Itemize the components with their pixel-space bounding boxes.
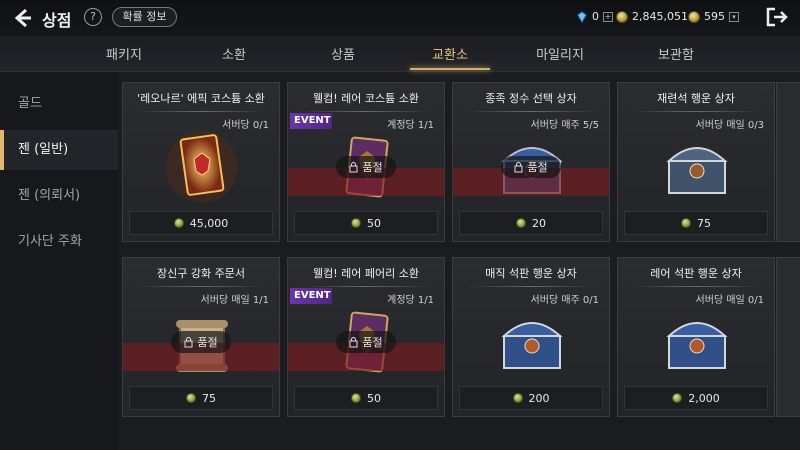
- sidebar-item-gold[interactable]: 골드: [0, 84, 118, 124]
- sidebar-item-knight-coin[interactable]: 기사단 주화: [0, 222, 118, 262]
- tab-summon[interactable]: 소환: [194, 36, 274, 72]
- price-bar[interactable]: 200: [459, 386, 603, 410]
- zen-coin-icon: [512, 393, 523, 403]
- gem-amount: 595: [704, 10, 725, 23]
- divider: [467, 286, 595, 287]
- shop-card[interactable]: 레어 석판 행운 상자 서버당 매일 0/1 2,000: [617, 257, 775, 417]
- tab-storage[interactable]: 보관함: [636, 36, 716, 72]
- divider: [302, 286, 430, 287]
- price-bar[interactable]: 2,000: [624, 386, 768, 410]
- soldout-label: 품절: [336, 156, 396, 178]
- price-value: 50: [367, 391, 381, 405]
- price-bar[interactable]: 75: [624, 211, 768, 235]
- tab-mileage[interactable]: 마일리지: [520, 36, 600, 72]
- divider: [467, 111, 595, 112]
- diamond-amount: 0: [592, 10, 599, 23]
- coin-amount: 2,845,051: [632, 10, 688, 23]
- soldout-label: 품절: [501, 156, 561, 178]
- lock-icon: [349, 336, 358, 347]
- price-value: 200: [528, 391, 550, 405]
- zen-coin-icon: [351, 393, 361, 403]
- tab-exchange[interactable]: 교환소: [410, 36, 490, 72]
- soldout-label: 품절: [171, 331, 231, 353]
- treasure-chest-icon: [501, 322, 563, 369]
- price-value: 75: [697, 216, 711, 230]
- treasure-chest-icon: [666, 147, 728, 194]
- sidebar: 골드 젠 (일반) 젠 (의뢰서) 기사단 주화: [0, 72, 118, 450]
- divider: [632, 111, 760, 112]
- shop-card[interactable]: 장신구 강화 주문서 서버당 매일 1/1 품절 75: [122, 257, 280, 417]
- add-diamond-button[interactable]: +: [603, 11, 613, 22]
- partial-card: [776, 257, 800, 417]
- sidebar-item-zen-request[interactable]: 젠 (의뢰서): [0, 176, 118, 216]
- currency-dropdown-button[interactable]: ▾: [729, 11, 739, 22]
- zen-coin-icon: [351, 218, 361, 228]
- shop-card[interactable]: 웰컴! 레어 코스튬 소환 계정당 1/1 EVENT 품절 50: [287, 82, 445, 242]
- price-value: 2,000: [688, 391, 720, 405]
- price-value: 50: [367, 216, 381, 230]
- lock-icon: [184, 336, 193, 347]
- coin-currency: 2,845,051: [616, 10, 688, 23]
- treasure-chest-icon: [666, 322, 728, 369]
- card-title: '레오나르' 에픽 코스튬 소환: [137, 92, 265, 105]
- divider: [632, 286, 760, 287]
- zen-coin-icon: [173, 218, 184, 228]
- price-value: 20: [532, 216, 546, 230]
- event-badge: EVENT: [290, 113, 332, 129]
- card-title: 종족 정수 선택 상자: [485, 92, 577, 105]
- card-title: 웰컴! 레어 코스튬 소환: [313, 92, 419, 105]
- soldout-text: 품절: [362, 161, 383, 174]
- zen-coin-icon: [516, 218, 526, 228]
- soldout-text: 품절: [362, 336, 383, 349]
- divider: [137, 111, 265, 112]
- card-title: 장신구 강화 주문서: [157, 267, 245, 280]
- shop-card[interactable]: 매직 석판 행운 상자 서버당 매주 0/1 200: [452, 257, 610, 417]
- soldout-text: 품절: [527, 161, 548, 174]
- tab-goods[interactable]: 상품: [303, 36, 383, 72]
- probability-info-button[interactable]: 확률 정보: [112, 7, 177, 27]
- soldout-text: 품절: [197, 336, 218, 349]
- price-bar[interactable]: 50: [294, 386, 438, 410]
- zen-coin-icon: [672, 393, 683, 403]
- shop-card[interactable]: 웰컴! 레어 페어리 소환 계정당 1/1 EVENT 품절 50: [287, 257, 445, 417]
- diamond-currency: 0 +: [576, 10, 613, 23]
- tab-package[interactable]: 패키지: [84, 36, 164, 72]
- price-bar[interactable]: 20: [459, 211, 603, 235]
- soldout-label: 품절: [336, 331, 396, 353]
- active-tab-indicator: [410, 68, 490, 70]
- price-bar[interactable]: 50: [294, 211, 438, 235]
- category-tabs: 패키지 소환 상품 교환소 마일리지 보관함: [0, 36, 800, 72]
- card-title: 웰컴! 레어 페어리 소환: [313, 267, 419, 280]
- shop-card[interactable]: 종족 정수 선택 상자 서버당 매주 5/5 품절 20: [452, 82, 610, 242]
- divider: [302, 111, 430, 112]
- price-bar[interactable]: 75: [129, 386, 273, 410]
- shop-card[interactable]: 재련석 행운 상자 서버당 매일 0/3 75: [617, 82, 775, 242]
- zen-coin-icon: [186, 393, 196, 403]
- partial-card: [776, 82, 800, 242]
- exit-icon[interactable]: [766, 7, 788, 27]
- lock-icon: [514, 161, 523, 172]
- lock-icon: [349, 161, 358, 172]
- sidebar-item-zen-normal[interactable]: 젠 (일반): [0, 130, 118, 170]
- back-arrow-icon[interactable]: [12, 7, 32, 29]
- price-value: 45,000: [189, 216, 229, 230]
- divider: [137, 286, 265, 287]
- card-title: 재련석 행운 상자: [657, 92, 735, 105]
- gold-coin-icon: [616, 10, 628, 23]
- top-bar: 상점 ? 확률 정보 0 + 2,845,051 595 ▾: [0, 0, 800, 36]
- costume-card-icon: [166, 131, 238, 203]
- diamond-icon: [577, 10, 587, 23]
- price-bar[interactable]: 45,000: [129, 211, 273, 235]
- gem-currency: 595 ▾: [688, 10, 739, 23]
- gem-coin-icon: [688, 10, 700, 23]
- card-title: 매직 석판 행운 상자: [485, 267, 577, 280]
- event-badge: EVENT: [290, 288, 332, 304]
- help-icon[interactable]: ?: [84, 8, 102, 26]
- shop-card[interactable]: '레오나르' 에픽 코스튬 소환 서버당 0/1 45,000: [122, 82, 280, 242]
- card-title: 레어 석판 행운 상자: [650, 267, 742, 280]
- price-value: 75: [202, 391, 216, 405]
- zen-coin-icon: [681, 218, 691, 228]
- page-title: 상점: [42, 11, 72, 30]
